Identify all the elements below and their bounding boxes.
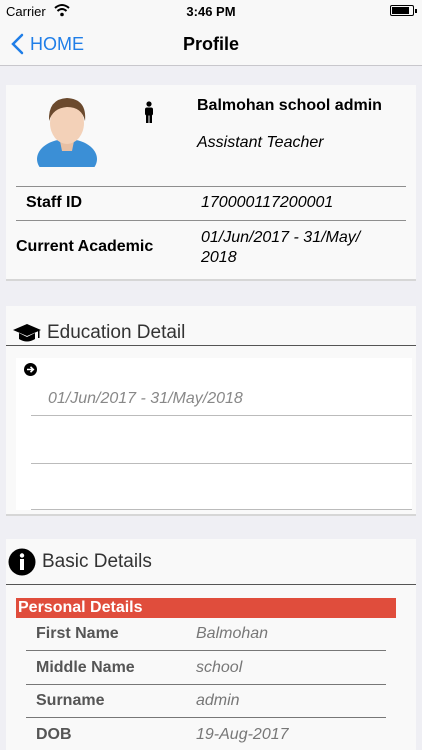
personal-details-header: Personal Details [16, 598, 396, 618]
field-label: First Name [36, 625, 119, 642]
profile-name: Balmohan school admin [197, 97, 382, 114]
status-bar: Carrier 3:46 PM [0, 0, 422, 22]
info-icon [8, 548, 36, 576]
avatar [37, 98, 97, 167]
divider [16, 186, 406, 187]
divider [31, 509, 412, 510]
education-detail-header: Education Detail [6, 306, 416, 346]
field-row-dob: DOB 19-Aug-2017 [26, 719, 386, 750]
person-icon [145, 101, 153, 123]
divider [31, 463, 412, 464]
field-value: 19-Aug-2017 [196, 726, 289, 743]
education-detail-title: Education Detail [47, 322, 186, 343]
basic-details-card: Basic Details Personal Details First Nam… [6, 539, 416, 750]
divider [16, 220, 406, 221]
field-label: Middle Name [36, 659, 135, 676]
basic-details-title: Basic Details [42, 551, 152, 572]
graduation-cap-icon [13, 324, 41, 342]
education-date-range: 01/Jun/2017 - 31/May/2018 [48, 390, 243, 407]
basic-details-header: Basic Details [6, 539, 416, 585]
field-value: admin [196, 692, 240, 709]
divider [31, 415, 412, 416]
education-detail-card: Education Detail 01/Jun/2017 - 31/May/20… [6, 306, 416, 516]
field-label: DOB [36, 726, 72, 743]
clock: 3:46 PM [186, 4, 236, 19]
field-row-middle-name: Middle Name school [26, 652, 386, 685]
arrow-right-circle-icon[interactable] [24, 363, 37, 376]
field-label: Surname [36, 692, 105, 709]
field-value: Balmohan [196, 625, 269, 642]
staff-id-value: 170000117200001 [201, 194, 334, 211]
profile-role: Assistant Teacher [197, 134, 324, 151]
battery-icon [390, 5, 417, 16]
field-row-first-name: First Name Balmohan [26, 618, 386, 651]
page-title: Profile [182, 34, 239, 54]
navigation-bar: HOME Profile [0, 22, 422, 66]
education-list: 01/Jun/2017 - 31/May/2018 [16, 358, 412, 510]
field-value: school [196, 659, 243, 676]
current-academic-label: Current Academic [16, 238, 154, 255]
profile-card: Balmohan school admin Assistant Teacher … [6, 85, 416, 281]
current-academic-value: 01/Jun/2017 - 31/May/ 2018 [201, 229, 361, 266]
field-row-surname: Surname admin [26, 685, 386, 718]
staff-id-label: Staff ID [26, 194, 82, 211]
